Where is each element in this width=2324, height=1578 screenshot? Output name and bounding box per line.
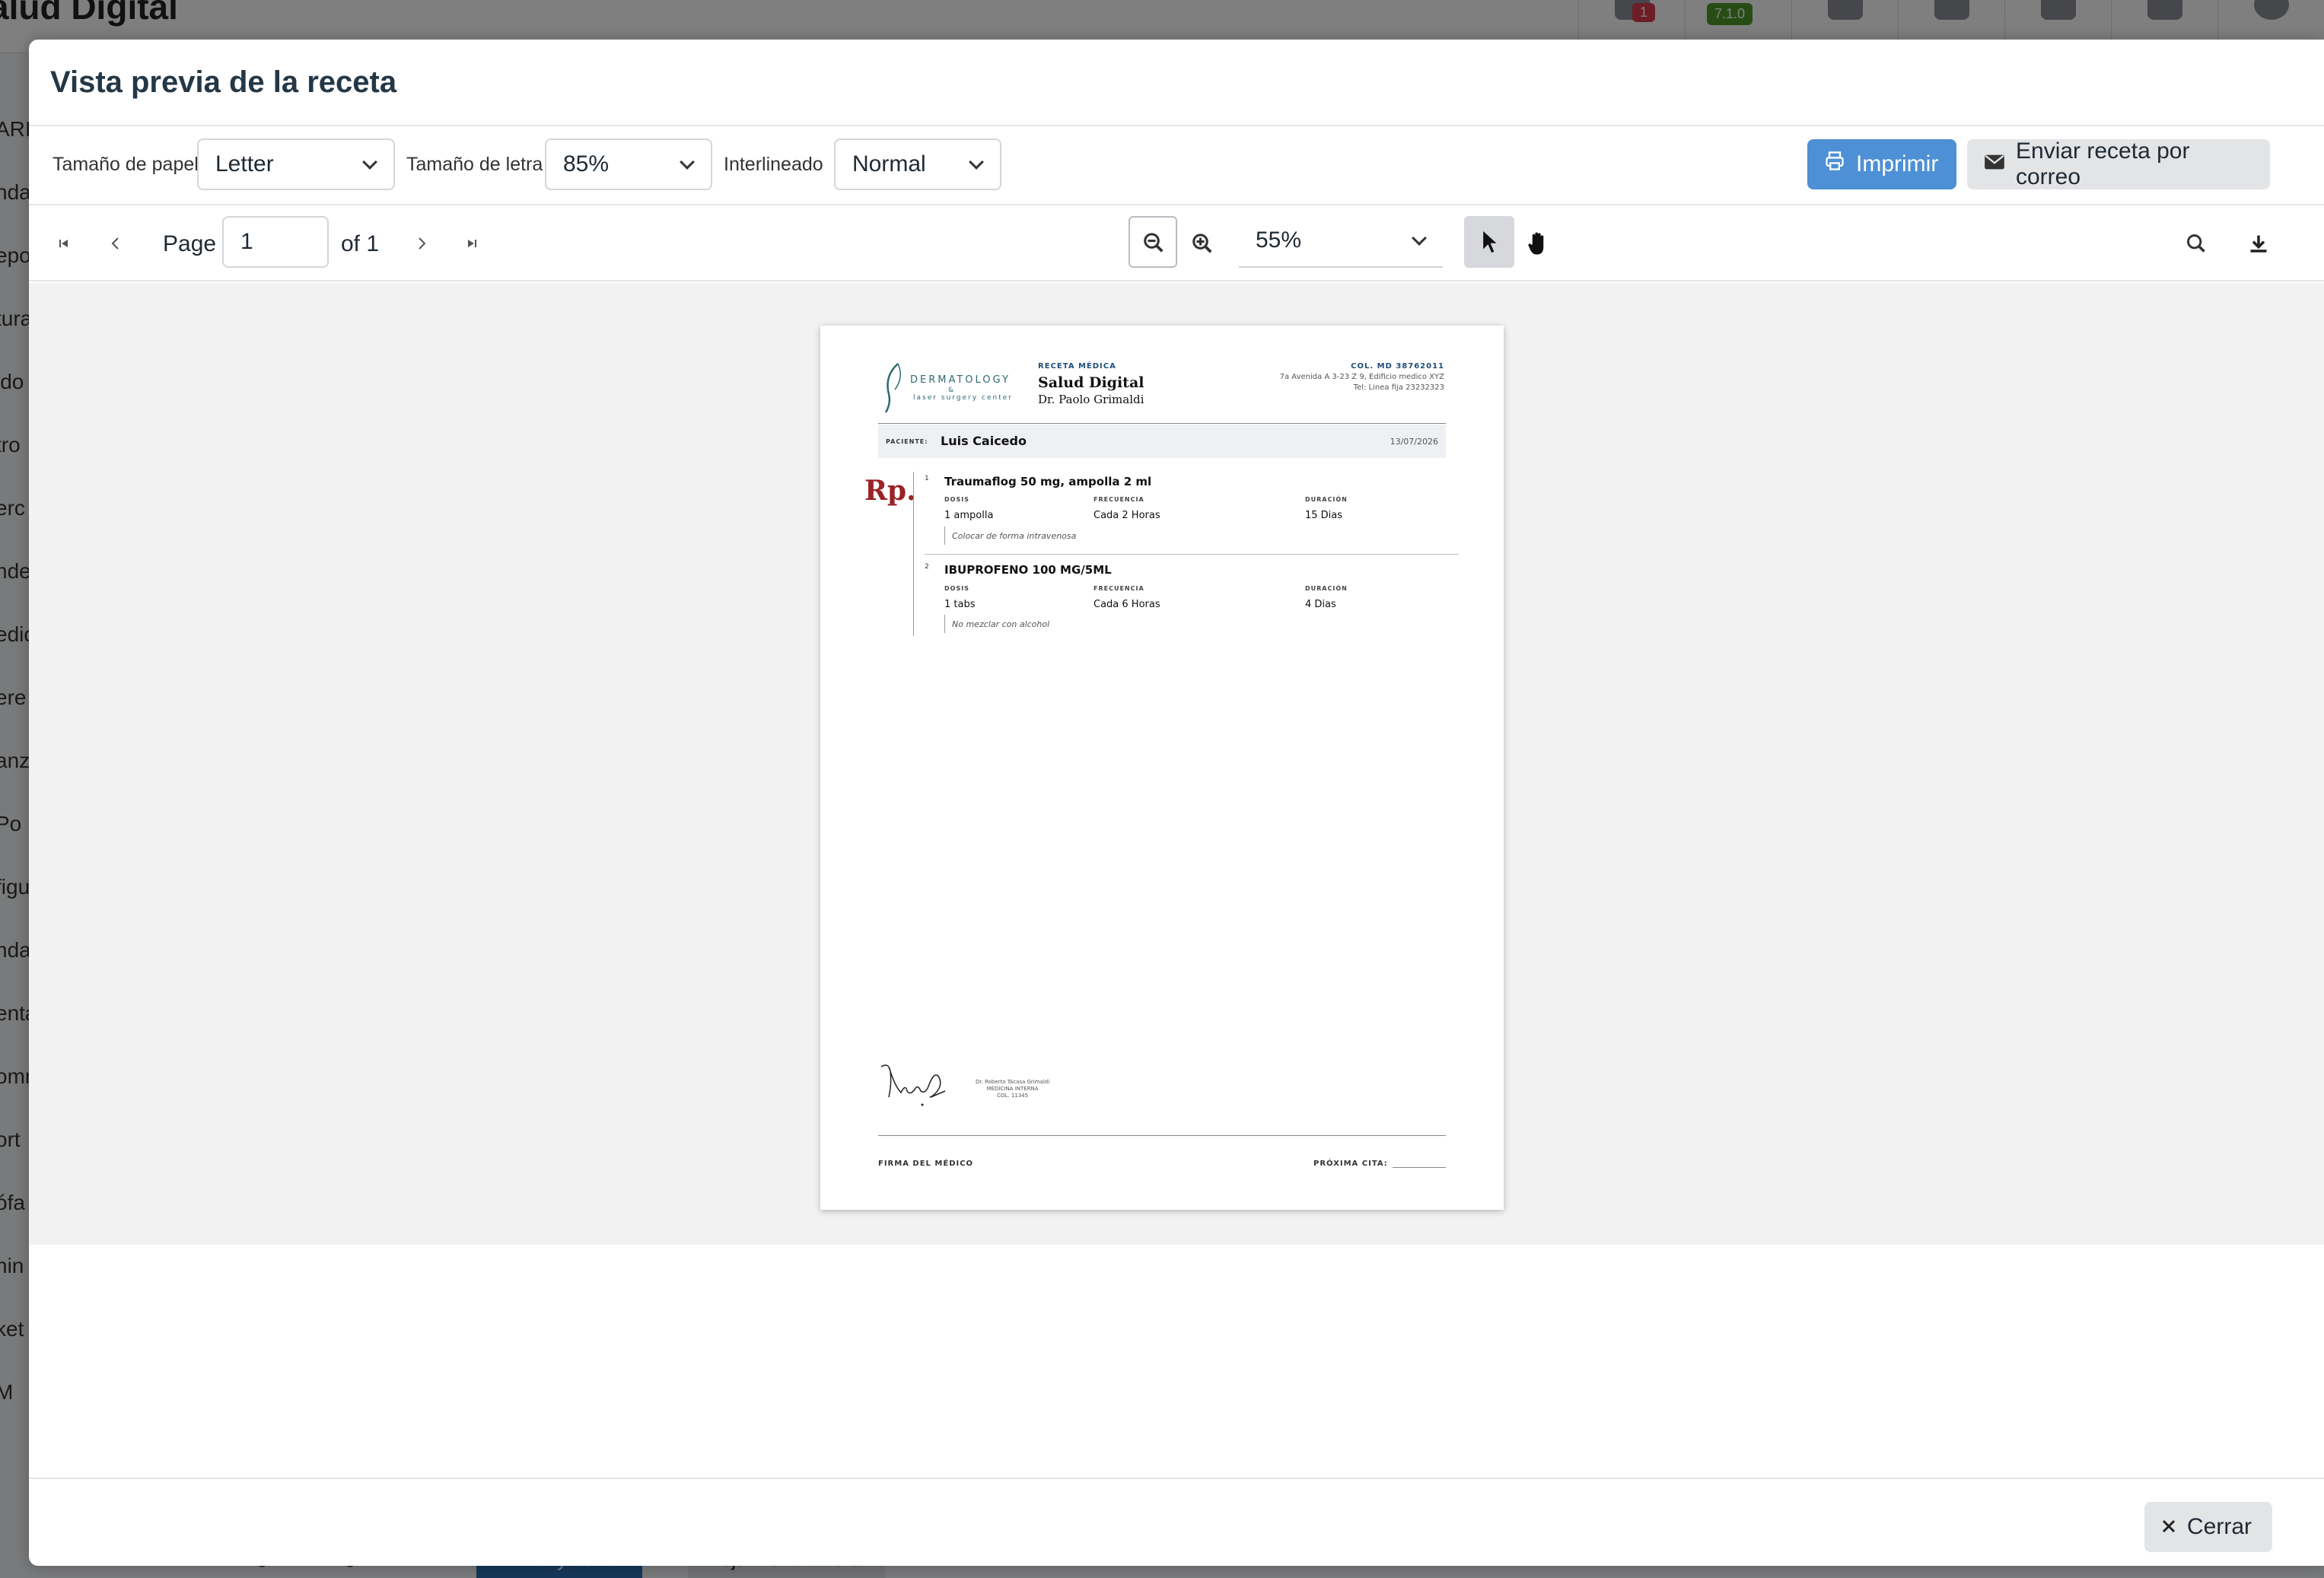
zoom-level-select[interactable]: 55% (1239, 216, 1443, 268)
first-page-icon[interactable] (46, 225, 82, 262)
close-button-label: Cerrar (2187, 1514, 2252, 1539)
prescription-date: 13/07/2026 (1390, 437, 1438, 447)
clinic-phone: Tel: Linea fija 23232323 (1353, 383, 1444, 392)
med-frequency: Cada 2 Horas (1094, 510, 1160, 521)
logo-sub-text: laser surgery center (913, 394, 1013, 402)
med-number: 2 (925, 563, 929, 571)
font-size-label: Tamaño de letra (406, 154, 543, 175)
pointer-icon (1483, 231, 1497, 253)
med-duration: 4 Dias (1305, 599, 1336, 610)
email-prescription-button[interactable]: Enviar receta por correo (1967, 138, 2270, 189)
colegiado-number: COL. MD 38762011 (1351, 362, 1444, 371)
medication-rule (913, 472, 914, 636)
previous-page-icon[interactable] (97, 225, 134, 262)
font-size-value: 85% (563, 151, 610, 177)
med-name: IBUPROFENO 100 MG/5ML (944, 563, 1112, 577)
search-icon[interactable] (2178, 225, 2214, 262)
chevron-down-icon (969, 154, 984, 170)
printer-icon (1824, 151, 1845, 178)
med-number: 1 (925, 475, 929, 482)
close-icon (2161, 1514, 2176, 1540)
pdf-viewer-canvas[interactable]: DERMATOLOGY & laser surgery center RECET… (29, 283, 2324, 1245)
frequency-header: FRECUENCIA (1094, 496, 1144, 503)
duration-header: DURACIÓN (1305, 585, 1348, 592)
signature-label: FIRMA DEL MÉDICO (878, 1160, 974, 1168)
zoom-level-value: 55% (1256, 227, 1302, 253)
dermatology-logo-icon (884, 363, 901, 413)
medication-divider (925, 554, 1459, 555)
next-appointment-line (1393, 1167, 1446, 1168)
doctor-signature (880, 1064, 946, 1106)
paper-size-value: Letter (215, 151, 274, 177)
doctor-name: Dr. Paolo Grimaldi (1038, 393, 1144, 406)
zoom-out-button[interactable] (1129, 216, 1177, 268)
modal-title: Vista previa de la receta (50, 65, 397, 99)
zoom-out-icon (1144, 233, 1164, 253)
email-button-label: Enviar receta por correo (2016, 138, 2190, 189)
print-button[interactable]: Imprimir (1807, 139, 1956, 189)
dose-header: DOSIS (944, 585, 969, 592)
patient-label: PACIENTE: (886, 438, 928, 445)
med-dose: 1 ampolla (944, 510, 994, 521)
modal-header: Vista previa de la receta (29, 40, 2324, 126)
duration-header: DURACIÓN (1305, 496, 1348, 503)
paper-size-label: Tamaño de papel (53, 154, 199, 175)
print-button-label: Imprimir (1856, 151, 1939, 177)
med-note: No mezclar con alcohol (952, 619, 1050, 629)
patient-bar: PACIENTE: Luis Caicedo 13/07/2026 (878, 425, 1446, 458)
hand-tool-icon[interactable] (1520, 225, 1556, 262)
logo-main-text: DERMATOLOGY (910, 374, 1011, 386)
font-size-select[interactable]: 85% (545, 138, 712, 190)
patient-name: Luis Caicedo (941, 434, 1027, 448)
line-spacing-value: Normal (852, 151, 926, 177)
prescription-page: DERMATOLOGY & laser surgery center RECET… (820, 326, 1504, 1210)
logo-ampersand: & (948, 387, 956, 394)
med-dose: 1 tabs (944, 599, 976, 610)
prescription-kicker: RECETA MÉDICA (1038, 362, 1116, 371)
zoom-in-icon[interactable] (1184, 225, 1221, 262)
paper-size-select[interactable]: Letter (197, 138, 395, 190)
frequency-header: FRECUENCIA (1094, 585, 1144, 592)
chevron-down-icon (1412, 231, 1427, 246)
prescription-preview-modal: Vista previa de la receta Tamaño de pape… (29, 40, 2324, 1566)
chevron-down-icon (362, 154, 377, 170)
close-button[interactable]: Cerrar (2144, 1502, 2272, 1552)
clinic-address: 7a Avenida A 3-23 Z 9, Edificio medico X… (1279, 373, 1444, 381)
page-number-input[interactable]: 1 (222, 216, 329, 268)
header-divider (878, 423, 1446, 424)
last-page-icon[interactable] (454, 225, 490, 262)
chevron-down-icon (680, 154, 695, 170)
line-spacing-label: Interlineado (724, 154, 823, 175)
footer-divider (878, 1135, 1446, 1136)
pdf-viewer-toolbar: Page 1 of 1 55% (29, 205, 2324, 282)
med-frequency: Cada 6 Horas (1094, 599, 1160, 610)
page-label: Page (163, 231, 217, 256)
med-name: Traumaflog 50 mg, ampolla 2 ml (944, 475, 1152, 488)
dose-header: DOSIS (944, 496, 969, 503)
doctor-stamp: Dr. Roberto Tácasa Grimaldi MEDICINA INT… (976, 1079, 1050, 1099)
next-page-icon[interactable] (403, 225, 440, 262)
clinic-name: Salud Digital (1038, 374, 1144, 391)
rp-mark: Rp. (864, 475, 916, 507)
envelope-icon (1984, 151, 2005, 177)
download-icon[interactable] (2240, 225, 2277, 262)
line-spacing-select[interactable]: Normal (834, 138, 1001, 190)
next-appointment-label: PRÓXIMA CITA: (1313, 1160, 1388, 1168)
med-duration: 15 Dias (1305, 510, 1343, 521)
med-note: Colocar de forma intravenosa (952, 531, 1077, 541)
page-total: of 1 (341, 231, 380, 256)
select-tool-button[interactable] (1464, 216, 1514, 268)
modal-footer: Cerrar (29, 1478, 2324, 1566)
